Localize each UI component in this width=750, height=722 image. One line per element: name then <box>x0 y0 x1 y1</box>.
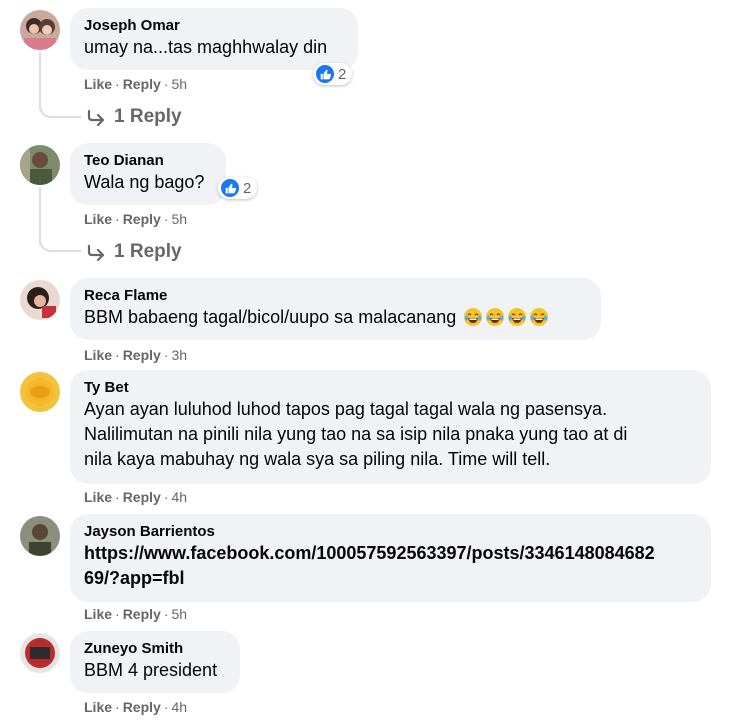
avatar[interactable] <box>20 280 60 320</box>
reply-button[interactable]: Reply <box>123 699 161 715</box>
timestamp[interactable]: 5h <box>171 76 187 92</box>
reaction-number: 2 <box>243 179 252 197</box>
comment-text: BBM 4 president <box>84 660 218 680</box>
avatar[interactable] <box>20 633 60 673</box>
comment-bubble: Ty Bet Ayan ayan luluhod luhod tapos pag… <box>70 370 711 484</box>
commenter-name[interactable]: Ty Bet <box>84 378 697 397</box>
comment-text: Wala ng bago? <box>84 172 205 192</box>
comment-bubble: Zuneyo Smith BBM 4 president <box>70 631 240 693</box>
avatar[interactable] <box>20 516 60 556</box>
tears-of-joy-emoji-icon <box>530 308 549 326</box>
timestamp[interactable]: 4h <box>171 699 187 715</box>
like-button[interactable]: Like <box>84 347 112 363</box>
comment-bubble: Jayson Barrientos https://www.facebook.c… <box>70 514 711 602</box>
like-button[interactable]: Like <box>84 211 112 227</box>
like-button[interactable]: Like <box>84 76 112 92</box>
reply-arrow-icon <box>86 108 106 126</box>
replies-label: 1 Reply <box>114 241 182 262</box>
reply-button[interactable]: Reply <box>123 76 161 92</box>
comment-text: umay na...tas maghhwalay din <box>84 37 328 57</box>
reply-button[interactable]: Reply <box>123 347 161 363</box>
like-reaction-icon <box>221 179 239 197</box>
comment-link[interactable]: 69/?app=fbl <box>84 566 697 591</box>
reaction-count[interactable]: 2 <box>218 177 258 199</box>
avatar[interactable] <box>20 372 60 412</box>
emoji-group <box>461 307 549 327</box>
comment-link[interactable]: https://www.facebook.com/100057592563397… <box>84 541 697 566</box>
reply-button[interactable]: Reply <box>123 606 161 622</box>
like-button[interactable]: Like <box>84 489 112 505</box>
thread-connector <box>39 230 81 252</box>
tears-of-joy-emoji-icon <box>508 308 527 326</box>
timestamp[interactable]: 5h <box>171 211 187 227</box>
commenter-name[interactable]: Jayson Barrientos <box>84 522 697 541</box>
comment-actions: Like · Reply · 3h <box>84 347 188 363</box>
like-reaction-icon <box>316 65 334 83</box>
view-replies-button[interactable]: 1 Reply <box>86 241 182 263</box>
comment-text-line: Nalilimutan na pinili nila yung tao na s… <box>84 424 628 444</box>
avatar[interactable] <box>20 145 60 185</box>
comment-actions: Like · Reply · 5h <box>84 606 188 622</box>
comment-text-row: BBM babaeng tagal/bicol/uupo sa malacana… <box>84 305 587 330</box>
comment-actions: Like · Reply · 4h <box>84 699 188 715</box>
comment-actions: Like · Reply · 4h <box>84 489 188 505</box>
timestamp[interactable]: 4h <box>171 489 187 505</box>
timestamp[interactable]: 3h <box>171 347 187 363</box>
reply-button[interactable]: Reply <box>123 489 161 505</box>
like-button[interactable]: Like <box>84 699 112 715</box>
commenter-name[interactable]: Reca Flame <box>84 286 587 305</box>
comment-actions: Like · Reply · 5h <box>84 76 188 92</box>
tears-of-joy-emoji-icon <box>486 308 505 326</box>
commenter-name[interactable]: Joseph Omar <box>84 16 344 35</box>
commenter-name[interactable]: Zuneyo Smith <box>84 639 226 658</box>
timestamp[interactable]: 5h <box>171 606 187 622</box>
tears-of-joy-emoji-icon <box>464 308 483 326</box>
comment-text-line: Ayan ayan luluhod luhod tapos pag tagal … <box>84 399 608 419</box>
commenter-name[interactable]: Teo Dianan <box>84 151 212 170</box>
comment-text-line: nila kaya mabuhay ng wala sya sa piling … <box>84 449 551 469</box>
replies-label: 1 Reply <box>114 106 182 127</box>
like-button[interactable]: Like <box>84 606 112 622</box>
comment-bubble: Joseph Omar umay na...tas maghhwalay din <box>70 8 358 70</box>
reply-button[interactable]: Reply <box>123 211 161 227</box>
comment-bubble: Reca Flame BBM babaeng tagal/bicol/uupo … <box>70 278 601 340</box>
comment-bubble: Teo Dianan Wala ng bago? <box>70 143 226 205</box>
reply-arrow-icon <box>86 243 106 261</box>
reaction-count[interactable]: 2 <box>313 63 353 85</box>
reaction-number: 2 <box>338 65 347 83</box>
avatar[interactable] <box>20 10 60 50</box>
thread-connector <box>39 96 81 118</box>
comment-text: BBM babaeng tagal/bicol/uupo sa malacana… <box>84 307 457 327</box>
view-replies-button[interactable]: 1 Reply <box>86 106 182 128</box>
comment-actions: Like · Reply · 5h <box>84 211 188 227</box>
